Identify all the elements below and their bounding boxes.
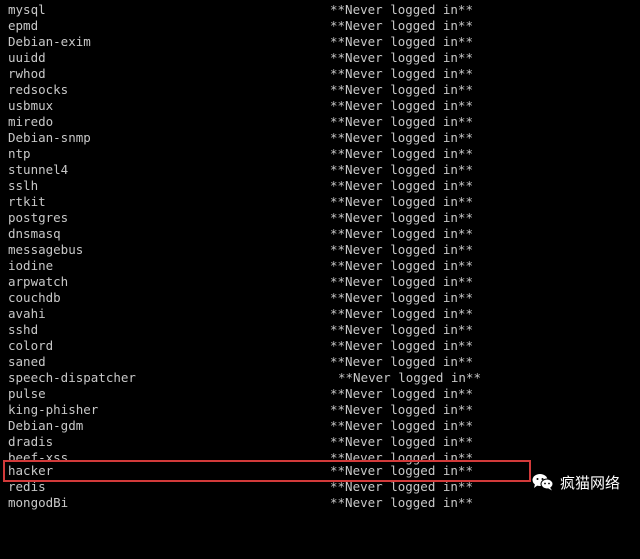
login-status: **Never logged in**: [330, 82, 473, 97]
username: redis: [8, 479, 46, 494]
lastlog-row: colord **Never logged in**: [0, 338, 640, 354]
lastlog-row: miredo **Never logged in**: [0, 114, 640, 130]
username: stunnel4: [8, 162, 69, 177]
login-status: **Never logged in**: [330, 434, 473, 449]
username: usbmux: [8, 98, 54, 113]
lastlog-row: sslh **Never logged in**: [0, 178, 640, 194]
lastlog-row: pulse **Never logged in**: [0, 386, 640, 402]
login-status: **Never logged in**: [330, 495, 473, 510]
watermark-text: 疯猫网络: [560, 473, 621, 492]
login-status: **Never logged in**: [330, 242, 473, 257]
username: mysql: [8, 2, 46, 17]
lastlog-row: mongodBi **Never logged in**: [0, 495, 640, 511]
username: mongodBi: [8, 495, 69, 510]
lastlog-row: postgres **Never logged in**: [0, 210, 640, 226]
lastlog-row: Debian-exim **Never logged in**: [0, 34, 640, 50]
wechat-icon: [532, 474, 554, 491]
lastlog-row: usbmux **Never logged in**: [0, 98, 640, 114]
login-status: **Never logged in**: [330, 258, 473, 273]
username: uuidd: [8, 50, 46, 65]
lastlog-row: messagebus **Never logged in**: [0, 242, 640, 258]
username: colord: [8, 338, 54, 353]
lastlog-row: rtkit **Never logged in**: [0, 194, 640, 210]
login-status: **Never logged in**: [330, 66, 473, 81]
login-status: **Never logged in**: [330, 338, 473, 353]
lastlog-row: uuidd **Never logged in**: [0, 50, 640, 66]
lastlog-row: Debian-gdm **Never logged in**: [0, 418, 640, 434]
login-status: **Never logged in**: [330, 354, 473, 369]
lastlog-row: epmd **Never logged in**: [0, 18, 640, 34]
username: miredo: [8, 114, 54, 129]
lastlog-row: iodine **Never logged in**: [0, 258, 640, 274]
login-status: **Never logged in**: [330, 178, 473, 193]
username: Debian-gdm: [8, 418, 84, 433]
username: dnsmasq: [8, 226, 61, 241]
terminal-output: mysql **Never logged in** epmd **Never l…: [0, 0, 640, 510]
login-status: **Never logged in**: [330, 114, 473, 129]
username: redsocks: [8, 82, 69, 97]
login-status: **Never logged in**: [330, 386, 473, 401]
username: postgres: [8, 210, 69, 225]
username: epmd: [8, 18, 39, 33]
login-status: **Never logged in**: [330, 194, 473, 209]
username: arpwatch: [8, 274, 69, 289]
lastlog-row: ntp **Never logged in**: [0, 146, 640, 162]
username: rwhod: [8, 66, 46, 81]
login-status: **Never logged in**: [330, 479, 473, 494]
username: dradis: [8, 434, 54, 449]
lastlog-row: sshd **Never logged in**: [0, 322, 640, 338]
lastlog-row: dradis **Never logged in**: [0, 434, 640, 450]
username: couchdb: [8, 290, 61, 305]
username: iodine: [8, 258, 54, 273]
username: king-phisher: [8, 402, 99, 417]
lastlog-row: stunnel4 **Never logged in**: [0, 162, 640, 178]
lastlog-row: couchdb **Never logged in**: [0, 290, 640, 306]
lastlog-row: Debian-snmp **Never logged in**: [0, 130, 640, 146]
username: sslh: [8, 178, 39, 193]
username: saned: [8, 354, 46, 369]
login-status: **Never logged in**: [330, 130, 473, 145]
login-status: **Never logged in**: [330, 162, 473, 177]
username: speech-dispatcher: [8, 370, 136, 385]
lastlog-row: redsocks **Never logged in**: [0, 82, 640, 98]
username: Debian-snmp: [8, 130, 91, 145]
username: hacker: [8, 463, 54, 478]
username: messagebus: [8, 242, 84, 257]
login-status: **Never logged in**: [330, 274, 473, 289]
login-status: **Never logged in**: [330, 418, 473, 433]
lastlog-row: dnsmasq **Never logged in**: [0, 226, 640, 242]
login-status: **Never logged in**: [330, 2, 473, 17]
username: pulse: [8, 386, 46, 401]
lastlog-row: speech-dispatcher **Never logged in**: [0, 370, 640, 386]
login-status: **Never logged in**: [330, 290, 473, 305]
login-status: **Never logged in**: [330, 98, 473, 113]
login-status: **Never logged in**: [330, 306, 473, 321]
lastlog-row: king-phisher **Never logged in**: [0, 402, 640, 418]
login-status: **Never logged in**: [338, 370, 481, 385]
login-status: **Never logged in**: [330, 322, 473, 337]
username: rtkit: [8, 194, 46, 209]
lastlog-row: arpwatch **Never logged in**: [0, 274, 640, 290]
username: avahi: [8, 306, 46, 321]
login-status: **Never logged in**: [330, 402, 473, 417]
login-status: **Never logged in**: [330, 18, 473, 33]
username: sshd: [8, 322, 39, 337]
username: ntp: [8, 146, 31, 161]
username: Debian-exim: [8, 34, 91, 49]
watermark: 疯猫网络: [532, 470, 620, 494]
lastlog-row: avahi **Never logged in**: [0, 306, 640, 322]
lastlog-row: mysql **Never logged in**: [0, 2, 640, 18]
login-status: **Never logged in**: [330, 226, 473, 241]
login-status: **Never logged in**: [330, 34, 473, 49]
login-status: **Never logged in**: [330, 463, 473, 478]
lastlog-row: saned **Never logged in**: [0, 354, 640, 370]
lastlog-row: rwhod **Never logged in**: [0, 66, 640, 82]
login-status: **Never logged in**: [330, 50, 473, 65]
login-status: **Never logged in**: [330, 210, 473, 225]
login-status: **Never logged in**: [330, 146, 473, 161]
